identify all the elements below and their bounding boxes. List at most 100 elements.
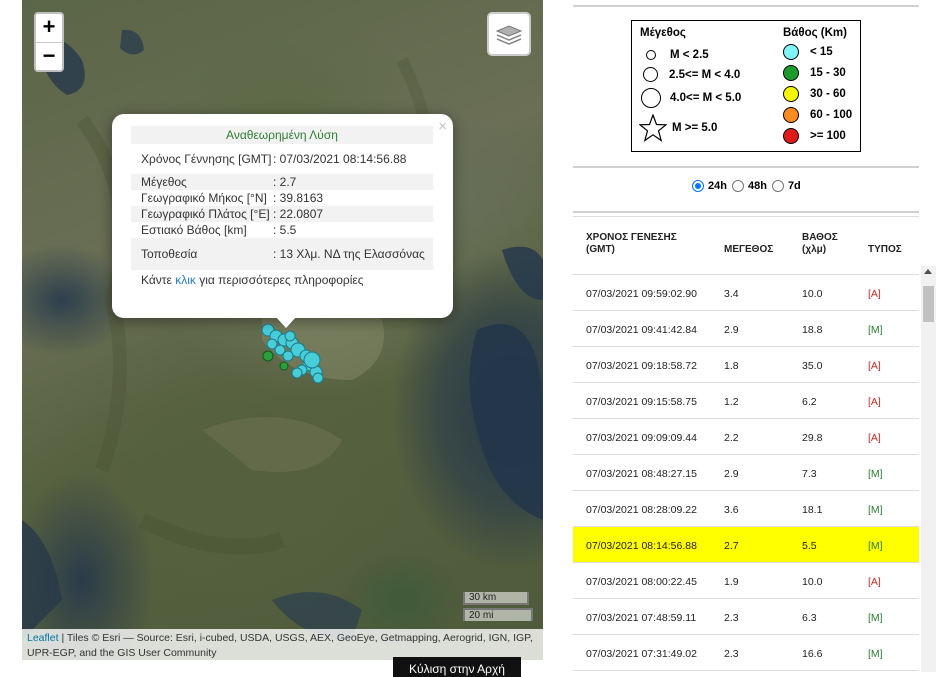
cell-depth: 5.5 — [802, 540, 817, 552]
legend-depth-label: >= 100 — [810, 130, 846, 142]
table-row[interactable]: 07/03/2021 07:48:59.11 2.3 6.3 [M] — [573, 599, 919, 635]
zoom-control: + − — [34, 12, 64, 72]
table-scrollbar[interactable] — [921, 266, 936, 672]
zoom-out-button[interactable]: − — [36, 42, 62, 70]
popup-label: Εστιακό Βάθος [km] — [141, 223, 247, 237]
leaflet-link[interactable]: Leaflet — [27, 632, 59, 644]
radio-7d[interactable] — [771, 180, 784, 192]
earthquake-marker-depth-15-30 — [262, 350, 274, 362]
cell-magnitude: 2.7 — [724, 540, 739, 552]
earthquake-marker-depth-15-30 — [279, 361, 289, 371]
legend-depth-label: < 15 — [810, 46, 833, 58]
popup-label: Χρόνος Γέννησης [GMT] — [141, 152, 272, 166]
table-row[interactable]: 07/03/2021 08:48:27.15 2.9 7.3 [M] — [573, 455, 919, 491]
table-row[interactable]: 07/03/2021 08:00:22.45 1.9 10.0 [A] — [573, 563, 919, 599]
legend-depth-label: 30 - 60 — [810, 88, 846, 100]
cell-time: 07/03/2021 09:59:02.90 — [586, 288, 697, 300]
table-row[interactable]: 07/03/2021 07:31:49.02 2.3 16.6 [M] — [573, 635, 919, 671]
table-row[interactable]: 07/03/2021 09:41:42.84 2.9 18.8 [M] — [573, 311, 919, 347]
cell-magnitude: 2.3 — [724, 648, 739, 660]
cell-magnitude: 3.6 — [724, 504, 739, 516]
table-row[interactable]: 07/03/2021 09:18:58.72 1.8 35.0 [A] — [573, 347, 919, 383]
radio-24h-label: 24h — [708, 180, 727, 192]
cell-type: [M] — [868, 324, 883, 336]
cell-time: 07/03/2021 08:48:27.15 — [586, 468, 697, 480]
cell-depth: 6.2 — [802, 396, 817, 408]
cell-time: 07/03/2021 08:00:22.45 — [586, 576, 697, 588]
radio-48h[interactable] — [731, 180, 744, 192]
cell-depth: 18.8 — [802, 324, 823, 336]
scroll-to-top-button[interactable]: Κύλιση στην Αρχή — [393, 657, 521, 677]
earthquake-list[interactable]: 07/03/2021 09:59:02.90 3.4 10.0 [A] 07/0… — [573, 274, 919, 672]
attribution-text: | Tiles © Esri — Source: Esri, i-cubed, … — [27, 632, 533, 659]
scrollbar-thumb[interactable] — [923, 286, 934, 322]
header-time-unit: (GMT) — [586, 244, 615, 255]
header-depth[interactable]: ΒΑΘΟΣ (χλμ) — [802, 232, 838, 256]
cell-magnitude: 1.9 — [724, 576, 739, 588]
popup-value: : 22.0807 — [273, 206, 433, 222]
popup-tip — [275, 316, 297, 328]
legend-mag-item: M >= 5.0 — [639, 114, 717, 142]
legend-depth-title: Βάθος (Km) — [783, 27, 847, 39]
cell-type: [M] — [868, 648, 883, 660]
cell-time: 07/03/2021 09:15:58.75 — [586, 396, 697, 408]
cell-type: [M] — [868, 612, 883, 624]
earthquake-marker — [282, 350, 294, 362]
legend-magnitude-title: Μέγεθος — [640, 27, 686, 39]
star-icon — [639, 114, 667, 142]
popup-row: Εστιακό Βάθος [km] : 5.5 — [131, 222, 433, 238]
cell-depth: 10.0 — [802, 576, 823, 588]
table-header: ΧΡΟΝΟΣ ΓΕΝΕΣΗΣ (GMT) ΜΕΓΕΘΟΣ ΒΑΘΟΣ (χλμ)… — [573, 216, 919, 274]
layers-button[interactable] — [487, 12, 531, 56]
legend-mag-label: 2.5<= M < 4.0 — [669, 68, 741, 81]
cell-type: [A] — [868, 288, 881, 300]
radio-24h[interactable] — [692, 180, 704, 192]
map[interactable]: + − × Αναθεωρημένη Λύση Χρόνος Γέννησης … — [22, 0, 543, 660]
depth-swatch-icon — [783, 65, 799, 81]
legend-depth-item: 60 - 100 — [783, 107, 852, 123]
table-row-selected[interactable]: 07/03/2021 08:14:56.88 2.7 5.5 [M] — [573, 527, 919, 563]
table-row[interactable]: 07/03/2021 08:28:09.22 3.6 18.1 [M] — [573, 491, 919, 527]
popup-value: : 5.5 — [273, 223, 297, 237]
popup-row: Μέγεθος : 2.7 — [131, 174, 433, 190]
cell-time: 07/03/2021 09:09:09.44 — [586, 432, 697, 444]
cell-type: [M] — [868, 540, 883, 552]
cell-magnitude: 1.2 — [724, 396, 739, 408]
earthquake-marker — [284, 330, 296, 342]
divider — [573, 5, 919, 7]
cell-depth: 35.0 — [802, 360, 823, 372]
cell-time: 07/03/2021 07:31:49.02 — [586, 648, 697, 660]
table-row[interactable]: 07/03/2021 09:15:58.75 1.2 6.2 [A] — [573, 383, 919, 419]
earthquake-marker — [312, 372, 324, 384]
cell-type: [A] — [868, 432, 881, 444]
cell-time: 07/03/2021 08:14:56.88 — [586, 540, 697, 552]
radio-7d-label: 7d — [787, 180, 801, 192]
table-row[interactable]: 07/03/2021 09:09:09.44 2.2 29.8 [A] — [573, 419, 919, 455]
popup-row: Γεωγραφικό Μήκος [°N] : 39.8163 — [131, 190, 433, 206]
more-info-link[interactable]: κλικ — [175, 273, 196, 287]
cell-type: [A] — [868, 360, 881, 372]
header-time-label: ΧΡΟΝΟΣ ΓΕΝΕΣΗΣ — [586, 232, 677, 243]
legend-mag-label: M >= 5.0 — [672, 122, 718, 134]
header-time[interactable]: ΧΡΟΝΟΣ ΓΕΝΕΣΗΣ (GMT) — [586, 232, 677, 256]
popup-close-button[interactable]: × — [438, 118, 447, 135]
popup-details-table: Αναθεωρημένη Λύση Χρόνος Γέννησης [GMT] … — [131, 126, 433, 270]
earthquake-markers[interactable] — [22, 0, 543, 660]
popup-row: Χρόνος Γέννησης [GMT] : 07/03/2021 08:14… — [131, 144, 433, 174]
legend-depth-item: < 15 — [783, 44, 833, 60]
header-type[interactable]: ΤΥΠΟΣ — [868, 244, 902, 256]
cell-time: 07/03/2021 07:48:59.11 — [586, 612, 697, 624]
depth-swatch-icon — [783, 107, 799, 123]
table-row[interactable]: 07/03/2021 09:59:02.90 3.4 10.0 [A] — [573, 275, 919, 311]
cell-magnitude: 2.2 — [724, 432, 739, 444]
header-magnitude[interactable]: ΜΕΓΕΘΟΣ — [724, 244, 773, 256]
legend-mag-item: 4.0<= M < 5.0 — [641, 88, 741, 108]
scroll-up-arrow-icon[interactable] — [924, 269, 932, 274]
cell-depth: 10.0 — [802, 288, 823, 300]
zoom-in-button[interactable]: + — [36, 14, 62, 42]
cell-time: 07/03/2021 08:28:09.22 — [586, 504, 697, 516]
popup-value: : 2.7 — [273, 174, 433, 190]
depth-swatch-icon — [783, 128, 799, 144]
cell-type: [M] — [868, 504, 883, 516]
legend-mag-item: M < 2.5 — [646, 49, 709, 61]
